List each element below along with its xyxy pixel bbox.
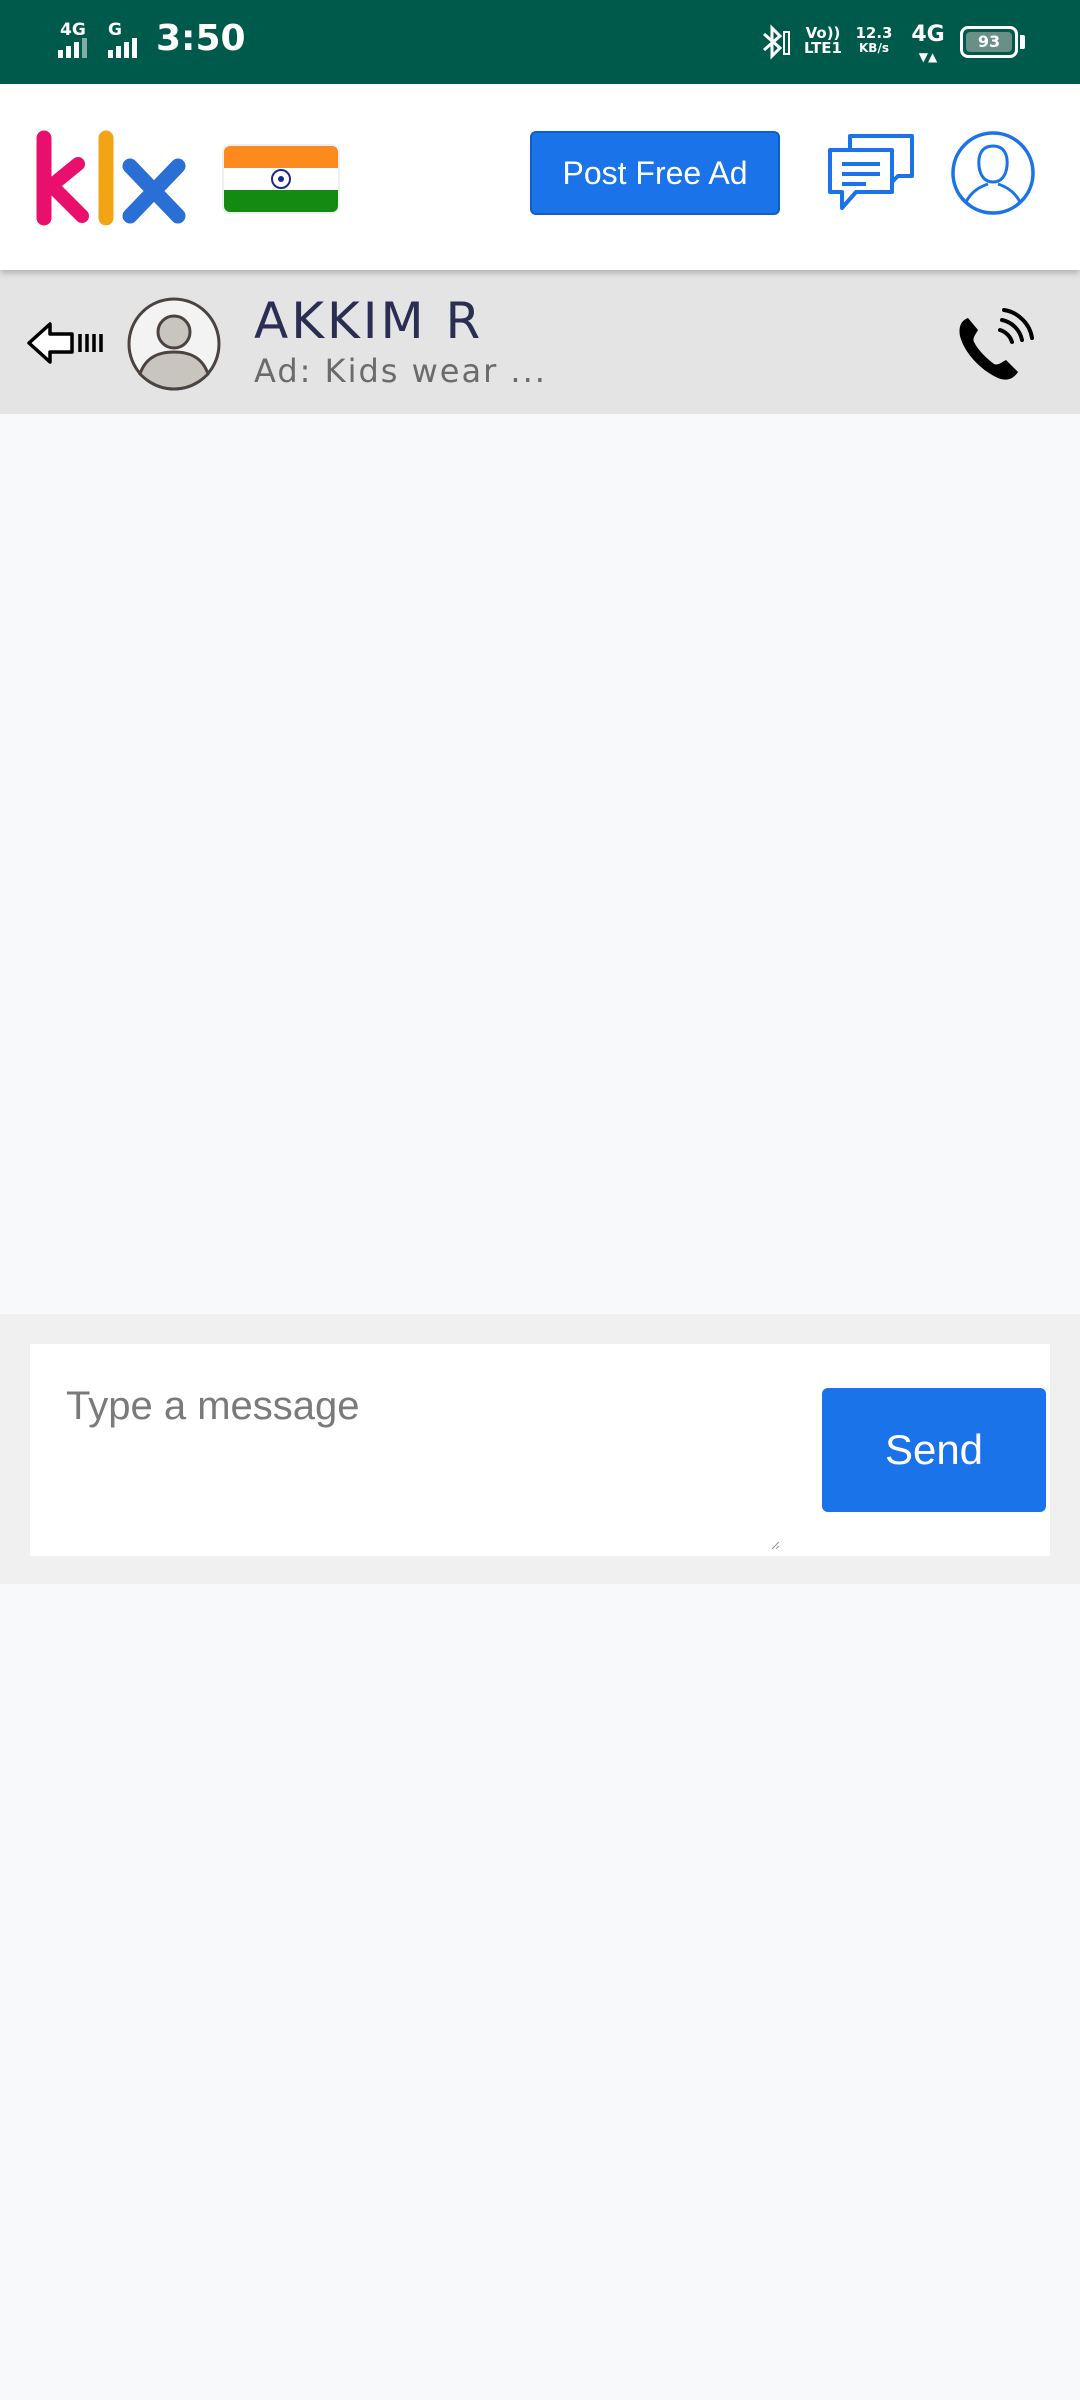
profile-icon[interactable] (950, 130, 1036, 216)
network-type-1: 4G (60, 20, 86, 40)
network-type-3: 4G ▼▲ (911, 22, 945, 65)
signal-icon-1 (58, 38, 87, 58)
india-flag-icon[interactable] (222, 144, 340, 214)
resize-grip-icon[interactable] (770, 1540, 780, 1550)
empty-area (0, 1584, 1080, 2400)
contact-name: AKKIM R (254, 292, 484, 350)
app-header: Post Free Ad (0, 84, 1080, 270)
post-free-ad-button[interactable]: Post Free Ad (530, 131, 780, 215)
back-arrow-icon[interactable] (26, 320, 104, 366)
message-input[interactable] (30, 1344, 780, 1556)
volte-indicator: Vo)) LTE1 (804, 24, 842, 57)
network-type-2: G (108, 20, 122, 40)
battery-icon: 93 (960, 26, 1018, 58)
conversation-header: AKKIM R Ad: Kids wear ... (0, 270, 1080, 414)
clock: 3:50 (156, 18, 246, 59)
send-button[interactable]: Send (822, 1388, 1046, 1512)
composer-box: Send (30, 1344, 1050, 1556)
chat-bubbles-icon[interactable] (826, 132, 916, 216)
message-composer: Send (0, 1314, 1080, 1584)
ad-title[interactable]: Ad: Kids wear ... (254, 352, 547, 390)
battery-level: 93 (966, 32, 1012, 52)
network-speed: 12.3 KB/s (855, 24, 893, 56)
status-bar: 4G G 3:50 Vo)) LTE1 12.3 KB/s 4G ▼▲ 93 (0, 0, 1080, 84)
signal-icon-2 (108, 38, 137, 58)
bluetooth-icon (763, 24, 790, 60)
phone-call-icon[interactable] (954, 308, 1034, 384)
avatar-icon (127, 297, 221, 391)
chat-messages-area[interactable] (0, 414, 1080, 1314)
klx-logo[interactable] (30, 130, 188, 230)
